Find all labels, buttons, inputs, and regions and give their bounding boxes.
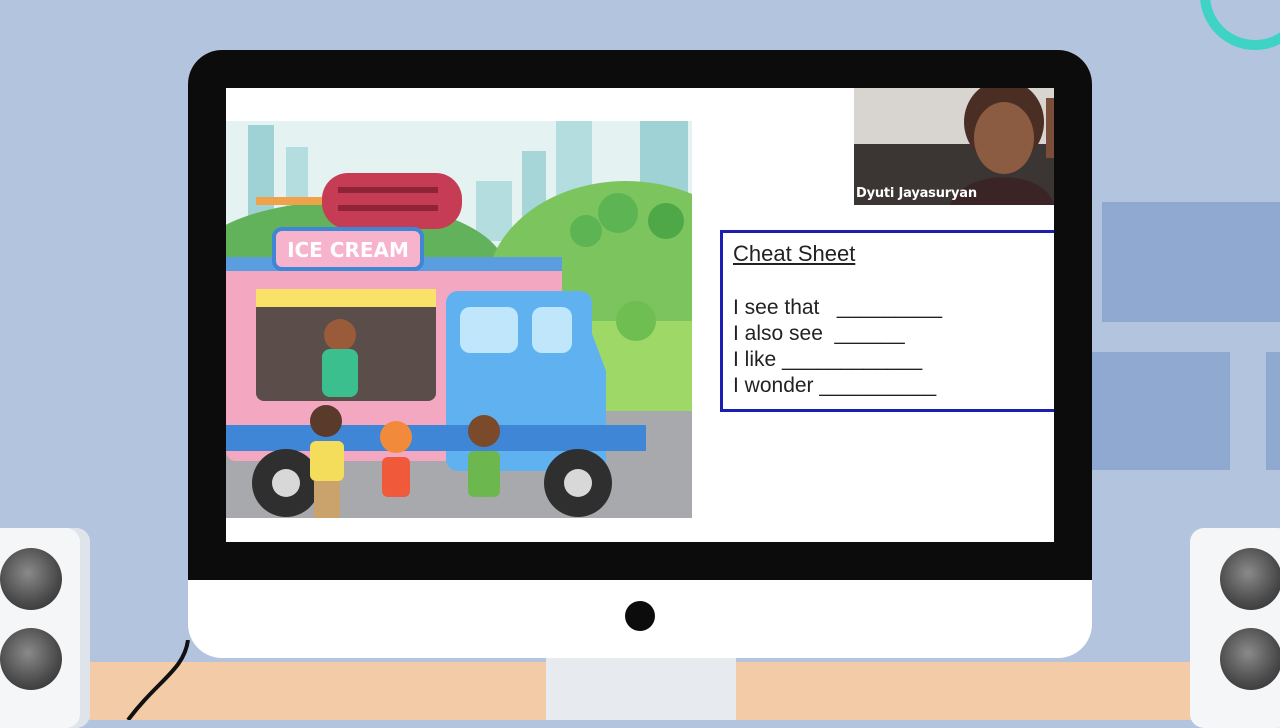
cheat-sheet-box: Cheat Sheet I see that _________ I also … (720, 230, 1054, 412)
background-panel (1092, 352, 1230, 470)
background-panel (1102, 202, 1280, 322)
cheat-sheet-line: I see that _________ (733, 296, 943, 319)
ice-cream-truck-illustration: ICE CREAM (226, 121, 692, 518)
shared-screen: ICE CREAM Dyuti Jayasuryan Cheat Sheet I… (226, 88, 1054, 542)
truck-sign-text: ICE CREAM (287, 238, 409, 262)
monitor-logo-dot (625, 601, 655, 631)
right-speaker (1190, 528, 1280, 728)
speaker-cone (0, 548, 62, 610)
speaker-cone (0, 628, 62, 690)
speaker-cone (1220, 548, 1280, 610)
background-panel (1266, 352, 1280, 470)
speaker-cone (1220, 628, 1280, 690)
cheat-sheet-title: Cheat Sheet (733, 241, 856, 266)
participant-video: Dyuti Jayasuryan (854, 88, 1054, 205)
monitor-stand (546, 658, 736, 720)
corner-decoration (1200, 0, 1280, 50)
cheat-sheet-line: I also see ______ (733, 322, 905, 345)
cheat-sheet-line: I wonder __________ (733, 374, 937, 397)
cheat-sheet-line: I like ____________ (733, 348, 923, 371)
participant-name: Dyuti Jayasuryan (856, 186, 977, 201)
monitor-cable (126, 640, 190, 720)
left-speaker (0, 528, 90, 728)
